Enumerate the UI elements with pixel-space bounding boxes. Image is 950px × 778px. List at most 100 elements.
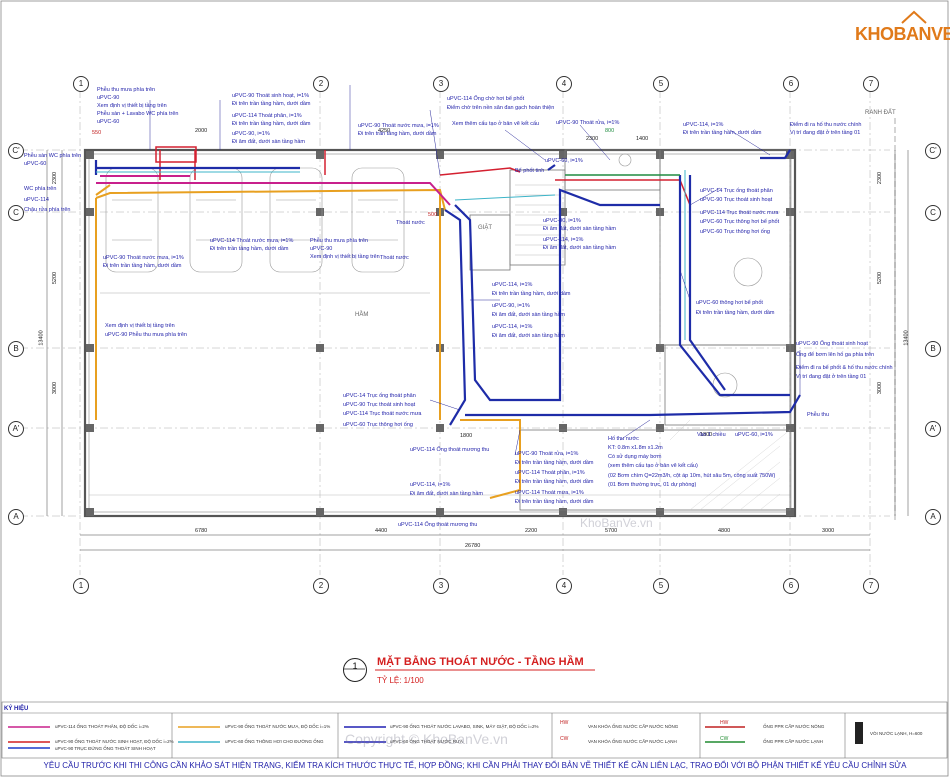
note: uPVC-90 Thoát rửa, i=1% <box>515 451 579 457</box>
note: uPVC-90 Trục thoát sinh hoạt <box>700 197 773 203</box>
note: uPVC-114 Thoát phân, i=1% <box>232 113 302 119</box>
dim-top-1: 2300 <box>586 136 599 142</box>
legend-tag-hw: HW <box>560 720 569 726</box>
note: Đi trên trần tầng hầm, dưới dầm <box>492 291 571 297</box>
note: uPVC-114 Ống chờ hơi bể phốt <box>447 96 525 102</box>
legend-item: VÒI NƯỚC LẠNH, H=600 <box>870 731 923 736</box>
note: (01 Bơm thường trực, 01 dự phòng) <box>608 482 697 488</box>
note: Van 1 chiều <box>697 432 726 438</box>
dim-misc-4: 500 <box>428 212 438 218</box>
grid-bubble-right-b: B <box>925 341 941 357</box>
room-ham: HẦM <box>355 312 369 318</box>
grid-bubble-right-a-prime: A' <box>925 421 941 437</box>
note: uPVC-114 Thoát nước mưa, i=1% <box>210 238 294 244</box>
note: Đi trên trần tầng hầm, dưới dầm <box>515 479 594 485</box>
note: Đi trên trần tầng hầm, dưới dầm <box>232 101 311 107</box>
note: uPVC-14 Trục ống thoát phân <box>700 188 773 194</box>
grid-bubble-bottom-1: 1 <box>73 578 89 594</box>
grid-bubble-top-4: 4 <box>556 76 572 92</box>
note: Điểm chờ trên nền sân đan gạch hoàn thiệ… <box>447 105 555 111</box>
legend-item: uPVC-90 ỐNG THOÁT NƯỚC MƯA, ĐỘ DỐC i=1% <box>225 724 331 729</box>
note: Thoát nước <box>380 255 409 261</box>
note: uPVC-90 Thoát rửa, i=1% <box>556 120 620 126</box>
note: uPVC-114 Ống thoát mương thu <box>410 447 490 453</box>
note: uPVC-90 Trục thoát sinh hoạt <box>343 402 416 408</box>
note: uPVC-90, i=1% <box>232 131 270 137</box>
grid-lines-vertical <box>79 90 871 575</box>
legend-item: uPVC-90 ỐNG THOÁT NƯỚC SINH HOẠT, ĐỘ DỐC… <box>55 739 174 744</box>
note: Phễu thu mưa phía trên <box>310 238 369 244</box>
note: Có sử dụng máy bơm <box>608 454 662 460</box>
note: uPVC-90 Ống thoát sinh hoạt <box>796 341 868 347</box>
room-giat: GIẶT <box>478 225 493 231</box>
note: Đi trên trần tầng hầm, dưới dầm <box>515 460 594 466</box>
grid-bubble-right-c-prime: C' <box>925 143 941 159</box>
note: Vị trí đang đặt ở trên tầng 01 <box>790 130 861 136</box>
dim-right-3: 3000 <box>877 381 884 395</box>
logo-text: KHOBANVE <box>855 24 950 44</box>
grid-bubble-top-1: 1 <box>73 76 89 92</box>
note: uPVC-90 <box>97 95 120 101</box>
legend-tag-hw-line: HW <box>720 720 729 726</box>
note: Hố thu nước <box>608 436 639 442</box>
note: Ống để bơm lên hố ga phía trên <box>796 352 875 358</box>
watermark: KhoBanVe.vn <box>580 516 653 530</box>
drawing-sheet: KHOBANVE 1 2 3 4 5 6 7 1 2 3 4 5 6 7 C' … <box>0 0 950 778</box>
note: Đi âm đất, dưới sàn tầng hầm <box>410 491 484 497</box>
note: Vị trí đang đặt ở trên tầng 01 <box>796 374 867 380</box>
label-rang-dat: RANH ĐẤT <box>865 110 896 116</box>
dim-bottom-3: 2200 <box>525 528 538 534</box>
note: Đi trên trần tầng hầm, dưới dầm <box>358 131 437 137</box>
grid-bubble-right-c: C <box>925 205 941 221</box>
grid-bubble-left-b: B <box>8 341 24 357</box>
grid-bubble-bottom-4: 4 <box>556 578 572 594</box>
legend-tag-cw: CW <box>560 736 569 742</box>
note: uPVC-90 Phễu thu mưa phía trên <box>105 332 187 338</box>
note: Đi âm đất, dưới sàn tầng hầm <box>543 245 617 251</box>
note: Đi trên trần tầng hầm, dưới dầm <box>515 499 594 505</box>
note: Phễu sàn + Lavabo WC phía trên <box>97 111 179 117</box>
note: KT: 0.8m x1.8m x1.2m <box>608 445 663 451</box>
dim-right-2: 5200 <box>877 271 884 285</box>
grid-bubble-top-5: 5 <box>653 76 669 92</box>
dim-top-2: 1400 <box>636 136 649 142</box>
dim-bottom-5: 4800 <box>718 528 731 534</box>
note: Đi âm đất, dưới sàn tầng hầm <box>492 312 566 318</box>
grid-bubble-left-a-prime: A' <box>8 421 24 437</box>
dim-right-1: 2300 <box>877 171 884 185</box>
legend-item: VAN KHÓA ỐNG NƯỚC CẤP NƯỚC NÓNG <box>588 724 679 729</box>
grid-bubble-bottom-6: 6 <box>783 578 799 594</box>
dim-misc-1: 550 <box>92 130 102 136</box>
grid-bubble-bottom-2: 2 <box>313 578 329 594</box>
note: Điểm đi ra hố thu nước chính <box>790 122 862 128</box>
note: uPVC-114 Trục thoát nước mưa <box>343 411 422 417</box>
pipe-sanitary <box>155 146 691 206</box>
dim-left-total: 13400 <box>38 330 45 346</box>
watermark: Copyright © KhoBanVe.vn <box>345 731 508 747</box>
dim-left-3: 3000 <box>52 381 59 395</box>
legend-item: uPVC-114 ỐNG THOÁT PHÂN, ĐỘ DỐC i=2% <box>55 724 149 729</box>
note: uPVC-60 <box>97 119 120 125</box>
note: uPVC-114, i=1% <box>410 482 451 488</box>
note: Thoát nước <box>396 220 425 226</box>
dim-misc-7: 2000 <box>195 128 208 134</box>
note: Đi trên trần tầng hầm, dưới dầm <box>696 310 775 316</box>
dim-right-total: 13400 <box>903 330 910 346</box>
note: Đi trên trần tầng hầm, dưới dầm <box>232 121 311 127</box>
dim-left-1: 2300 <box>52 171 59 185</box>
note: Phễu thu <box>807 412 830 418</box>
note: uPVC-114, i=1% <box>543 237 584 243</box>
note: uPVC-90, i=1% <box>492 303 530 309</box>
note: uPVC-60 Trục thông hơi ống <box>343 422 413 428</box>
grid-bubble-top-7: 7 <box>863 76 879 92</box>
dim-bottom-1: 6780 <box>195 528 208 534</box>
legend-heading: KÝ HIỆU <box>4 706 29 712</box>
note: uPVC-60 thông hơi bể phốt <box>696 300 763 306</box>
dim-bottom-2: 4400 <box>375 528 388 534</box>
dim-bottom-total: 26780 <box>465 543 481 549</box>
note: Phễu thu mưa phía trên <box>97 87 156 93</box>
note: uPVC-60 Trục thông hơi ống <box>700 229 770 235</box>
note: uPVC-114, i=1% <box>492 324 533 330</box>
legend-item: ỐNG PPR CẤP NƯỚC NÓNG <box>763 724 825 729</box>
note: Xem thêm cấu tạo ở bản vẽ kết cấu <box>452 121 540 127</box>
